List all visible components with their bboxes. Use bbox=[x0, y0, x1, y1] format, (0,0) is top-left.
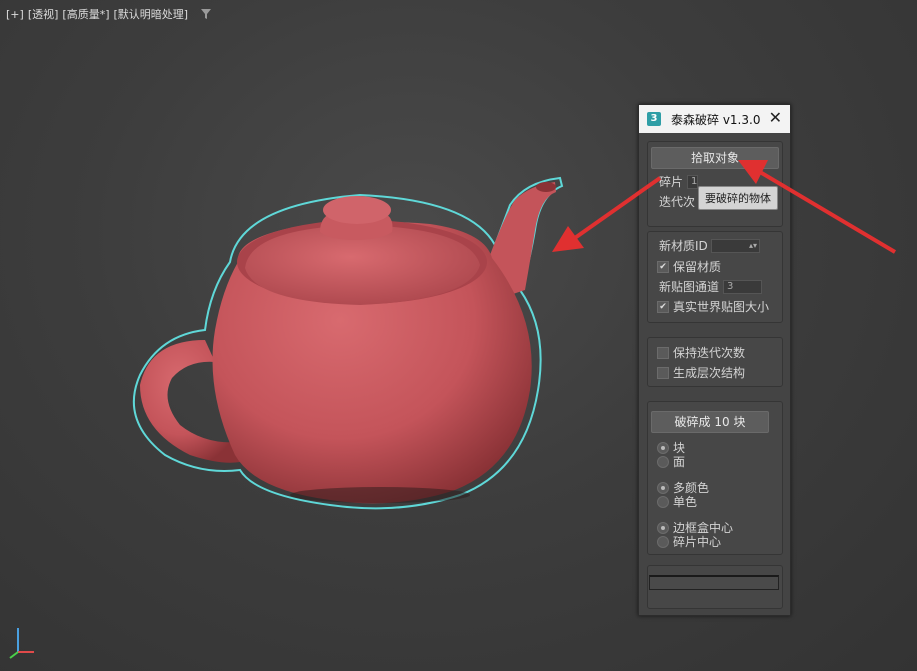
close-icon[interactable]: ✕ bbox=[769, 109, 782, 127]
fragments-spinner[interactable]: 1 bbox=[687, 175, 698, 189]
fragment-center-label: 碎片中心 bbox=[673, 535, 722, 549]
axis-gizmo-icon bbox=[9, 628, 34, 659]
block-radio[interactable] bbox=[657, 442, 669, 454]
new-map-channel-spinner[interactable]: 3 bbox=[723, 280, 762, 294]
app-icon: 3 bbox=[647, 112, 661, 126]
keep-iterations-label: 保持迭代次数 bbox=[673, 346, 746, 360]
panel-title: 泰森破碎 v1.3.0 bbox=[671, 112, 761, 127]
new-material-id-spinner[interactable]: ▴▾ bbox=[711, 239, 760, 253]
keep-material-label: 保留材质 bbox=[673, 260, 722, 274]
fragment-center-radio[interactable] bbox=[657, 536, 669, 548]
keep-material-checkbox[interactable]: ✔ bbox=[657, 261, 669, 273]
real-world-map-label: 真实世界贴图大小 bbox=[673, 300, 770, 314]
fragments-label: 碎片 bbox=[659, 175, 684, 189]
progress-bar bbox=[649, 575, 779, 590]
single-color-radio[interactable] bbox=[657, 496, 669, 508]
panel-titlebar[interactable]: 3 泰森破碎 v1.3.0 ✕ bbox=[639, 105, 790, 133]
generate-hierarchy-checkbox[interactable] bbox=[657, 367, 669, 379]
face-label: 面 bbox=[673, 455, 686, 469]
multicolor-radio[interactable] bbox=[657, 482, 669, 494]
new-map-channel-label: 新贴图通道 bbox=[659, 280, 720, 294]
iterations-label: 迭代次 bbox=[659, 195, 696, 209]
real-world-map-checkbox[interactable]: ✔ bbox=[657, 301, 669, 313]
keep-iterations-checkbox[interactable] bbox=[657, 347, 669, 359]
pick-object-button[interactable]: 拾取对象 bbox=[651, 147, 779, 169]
generate-hierarchy-label: 生成层次结构 bbox=[673, 366, 746, 380]
single-color-label: 单色 bbox=[673, 495, 698, 509]
tooltip: 要破碎的物体 bbox=[698, 186, 778, 210]
new-material-id-label: 新材质ID bbox=[659, 239, 708, 253]
voronoi-fracture-panel: 3 泰森破碎 v1.3.0 ✕ 拾取对象 碎片 1 迭代次 新材质ID ▴▾ ✔… bbox=[638, 104, 791, 616]
bbox-center-radio[interactable] bbox=[657, 522, 669, 534]
break-button[interactable]: 破碎成 10 块 bbox=[651, 411, 769, 433]
face-radio[interactable] bbox=[657, 456, 669, 468]
